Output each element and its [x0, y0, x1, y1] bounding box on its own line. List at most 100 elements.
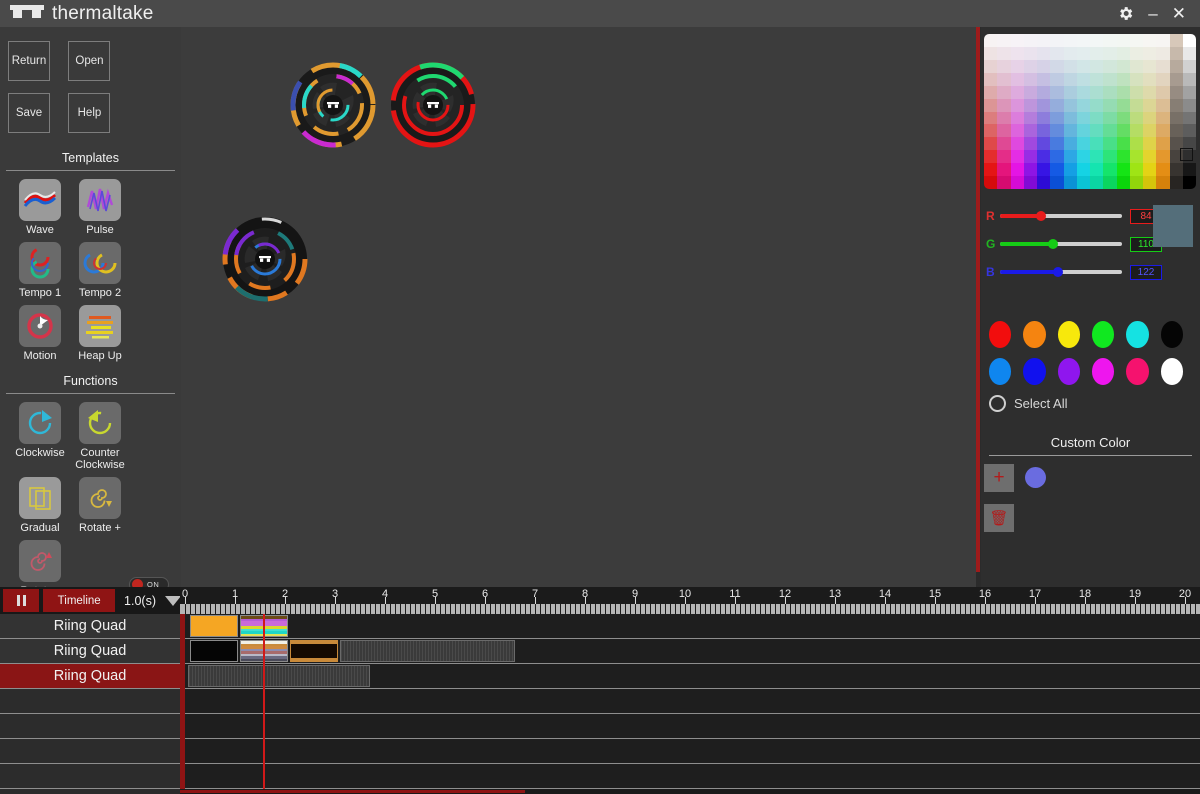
palette-cell[interactable] — [1129, 46, 1143, 60]
palette-cell[interactable] — [984, 124, 998, 138]
timeline-lane[interactable] — [180, 689, 1200, 714]
palette-cell[interactable] — [1050, 59, 1064, 73]
palette-cell[interactable] — [1023, 98, 1037, 112]
palette-cell[interactable] — [1037, 72, 1051, 86]
palette-cell[interactable] — [1116, 176, 1130, 189]
template-motion[interactable]: Motion — [10, 305, 70, 362]
template-pulse[interactable]: Pulse — [70, 179, 130, 236]
palette-cell[interactable] — [1050, 137, 1064, 151]
palette-cell[interactable] — [1037, 85, 1051, 99]
palette-cell[interactable] — [1023, 124, 1037, 138]
playhead[interactable] — [262, 614, 265, 789]
palette-cell[interactable] — [1182, 85, 1196, 99]
riing-quad-fan-1[interactable] — [290, 62, 376, 148]
palette-cell[interactable] — [1063, 98, 1077, 112]
palette-cell[interactable] — [1103, 163, 1117, 177]
palette-cell[interactable] — [997, 85, 1011, 99]
palette-cell[interactable] — [1156, 72, 1170, 86]
green-slider-track[interactable] — [1000, 239, 1122, 249]
palette-cell[interactable] — [984, 137, 998, 151]
palette-cell[interactable] — [1129, 150, 1143, 164]
palette-cell[interactable] — [1037, 150, 1051, 164]
palette-cell[interactable] — [1182, 34, 1196, 47]
timeline-clip[interactable] — [190, 615, 238, 637]
palette-cell[interactable] — [1116, 85, 1130, 99]
palette-cell[interactable] — [1063, 124, 1077, 138]
palette-cell[interactable] — [1116, 111, 1130, 125]
palette-cell[interactable] — [1023, 59, 1037, 73]
palette-cell[interactable] — [1063, 46, 1077, 60]
color-swatch[interactable] — [1091, 358, 1115, 385]
palette-cell[interactable] — [1143, 150, 1157, 164]
palette-cell[interactable] — [984, 176, 998, 189]
palette-cell[interactable] — [1129, 176, 1143, 189]
color-swatch[interactable] — [989, 358, 1012, 385]
palette-cell[interactable] — [984, 98, 998, 112]
palette-cell[interactable] — [1063, 59, 1077, 73]
palette-cell[interactable] — [1156, 59, 1170, 73]
track-name-row-empty[interactable] — [0, 764, 180, 789]
color-swatch[interactable] — [1160, 358, 1183, 385]
timeline-ruler[interactable]: 0 1 2 3 4 5 6 7 8 9 10 11 12 13 14 15 16 17 18 19 20 — [180, 587, 1200, 614]
palette-cell[interactable] — [1023, 163, 1037, 177]
palette-cell[interactable] — [1063, 150, 1077, 164]
palette-cell[interactable] — [1050, 85, 1064, 99]
palette-cell[interactable] — [1182, 72, 1196, 86]
color-swatch[interactable] — [1023, 358, 1046, 385]
palette-cell[interactable] — [997, 46, 1011, 60]
minimize-icon[interactable]: – — [1148, 5, 1157, 22]
palette-cell[interactable] — [1156, 163, 1170, 177]
open-button[interactable]: Open — [68, 41, 111, 81]
palette-cell[interactable] — [1182, 124, 1196, 138]
palette-cell[interactable] — [1103, 137, 1117, 151]
palette-cell[interactable] — [1076, 46, 1090, 60]
palette-cell[interactable] — [1129, 72, 1143, 86]
palette-cell[interactable] — [1169, 34, 1183, 47]
palette-cell[interactable] — [1169, 46, 1183, 60]
palette-cell[interactable] — [1023, 176, 1037, 189]
template-heap-up[interactable]: Heap Up — [70, 305, 130, 362]
palette-cell[interactable] — [1169, 59, 1183, 73]
palette-cell[interactable] — [1037, 98, 1051, 112]
palette-cell[interactable] — [1037, 163, 1051, 177]
palette-cell[interactable] — [1037, 59, 1051, 73]
color-palette-grid[interactable] — [984, 34, 1196, 189]
color-swatch[interactable] — [1091, 321, 1115, 348]
palette-cell[interactable] — [1143, 98, 1157, 112]
palette-cell[interactable] — [1169, 124, 1183, 138]
palette-cell[interactable] — [1103, 85, 1117, 99]
blue-value-input[interactable]: 122 — [1130, 264, 1162, 280]
red-slider-track[interactable] — [1000, 211, 1122, 221]
palette-cell[interactable] — [1023, 34, 1037, 47]
palette-cell[interactable] — [1090, 124, 1104, 138]
palette-cell[interactable] — [1010, 111, 1024, 125]
chevron-down-icon[interactable] — [165, 595, 181, 606]
palette-cell[interactable] — [1116, 137, 1130, 151]
palette-cell[interactable] — [1143, 34, 1157, 47]
palette-cell[interactable] — [1010, 163, 1024, 177]
blue-slider-track[interactable] — [1000, 267, 1122, 277]
palette-cell[interactable] — [1010, 137, 1024, 151]
palette-cell[interactable] — [1090, 176, 1104, 189]
timeline-lane[interactable] — [180, 714, 1200, 739]
palette-cell[interactable] — [1143, 163, 1157, 177]
preview-canvas[interactable] — [181, 27, 976, 587]
track-name-row[interactable]: Riing Quad — [0, 639, 180, 664]
function-counter-clockwise[interactable]: Counter Clockwise — [70, 402, 130, 471]
palette-cell[interactable] — [1103, 98, 1117, 112]
palette-cell[interactable] — [984, 163, 998, 177]
palette-cell[interactable] — [1103, 46, 1117, 60]
palette-cell[interactable] — [1010, 59, 1024, 73]
palette-cell[interactable] — [1156, 137, 1170, 151]
palette-cell[interactable] — [1090, 137, 1104, 151]
palette-cell[interactable] — [1103, 150, 1117, 164]
pause-icon[interactable] — [3, 589, 40, 612]
palette-cell[interactable] — [1090, 150, 1104, 164]
palette-cell[interactable] — [1182, 111, 1196, 125]
palette-cell[interactable] — [1010, 124, 1024, 138]
color-swatch[interactable] — [1023, 321, 1046, 348]
timeline-clip[interactable] — [190, 640, 238, 662]
track-name-row-empty[interactable] — [0, 714, 180, 739]
palette-cell[interactable] — [1103, 34, 1117, 47]
palette-cell[interactable] — [984, 72, 998, 86]
